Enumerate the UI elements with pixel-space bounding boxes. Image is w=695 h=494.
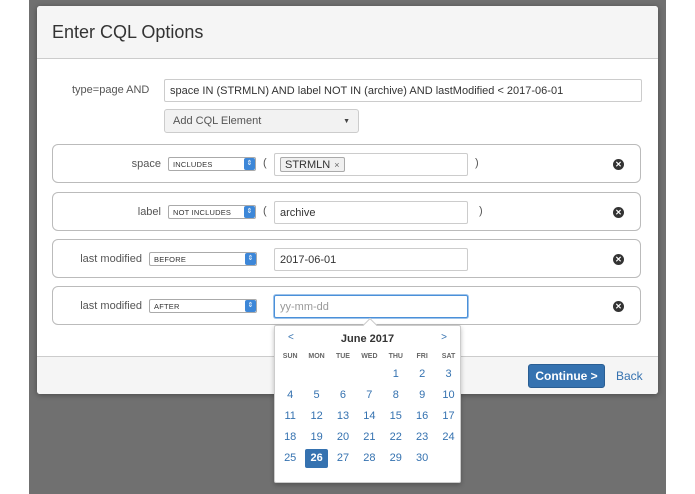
values-input[interactable]: archive xyxy=(274,201,468,224)
row-label: last modified xyxy=(80,253,142,265)
remove-row-icon[interactable]: ✕ xyxy=(613,207,624,218)
datepicker-header: < June 2017 > xyxy=(275,326,460,348)
day-cell[interactable]: 10 xyxy=(435,385,461,406)
select-spinner-icon: ⇕ xyxy=(245,300,256,312)
day-cell[interactable]: 21 xyxy=(356,427,382,448)
query-prefix-label: type=page AND xyxy=(72,84,150,96)
operator-value: INCLUDES xyxy=(173,159,213,169)
cql-row-space: space INCLUDES ⇕ ( STRMLN × ) ✕ xyxy=(52,144,641,183)
add-cql-element-label: Add CQL Element xyxy=(173,115,262,127)
empty-day-cell xyxy=(330,364,356,385)
caret-down-icon: ▼ xyxy=(343,118,350,125)
day-cell[interactable]: 11 xyxy=(277,406,303,427)
day-cell[interactable]: 27 xyxy=(330,448,356,469)
day-cell[interactable]: 12 xyxy=(303,406,329,427)
day-cell[interactable]: 15 xyxy=(383,406,409,427)
day-cell[interactable]: 1 xyxy=(383,364,409,385)
token-remove-icon[interactable]: × xyxy=(334,160,339,170)
open-paren: ( xyxy=(263,205,267,217)
weekday-label: SAT xyxy=(441,352,456,360)
day-cell[interactable]: 16 xyxy=(409,406,435,427)
day-cell[interactable]: 22 xyxy=(383,427,409,448)
day-cell[interactable]: 9 xyxy=(409,385,435,406)
operator-select[interactable]: BEFORE ⇕ xyxy=(149,252,257,266)
day-cell[interactable]: 23 xyxy=(409,427,435,448)
day-cell[interactable]: 5 xyxy=(303,385,329,406)
dialog-title: Enter CQL Options xyxy=(52,21,204,42)
day-grid: 1 2 3 4 5 6 7 8 9 10 11 12 13 14 15 16 17 18 19 20 21 22 23 24 2… xyxy=(275,364,460,469)
day-cell[interactable]: 20 xyxy=(330,427,356,448)
empty-day-cell xyxy=(435,448,461,469)
continue-button[interactable]: Continue > xyxy=(528,364,605,388)
day-cell[interactable]: 4 xyxy=(277,385,303,406)
day-cell[interactable]: 13 xyxy=(330,406,356,427)
remove-row-icon[interactable]: ✕ xyxy=(613,254,624,265)
remove-row-icon[interactable]: ✕ xyxy=(613,159,624,170)
day-cell[interactable]: 2 xyxy=(409,364,435,385)
add-cql-element-dropdown[interactable]: Add CQL Element ▼ xyxy=(164,109,359,133)
day-cell[interactable]: 24 xyxy=(435,427,461,448)
day-cell[interactable]: 19 xyxy=(303,427,329,448)
day-cell[interactable]: 17 xyxy=(435,406,461,427)
cql-row-last-modified-after: last modified AFTER ⇕ yy-mm-dd ✕ xyxy=(52,286,641,325)
row-label: space xyxy=(131,158,161,170)
day-cell[interactable]: 6 xyxy=(330,385,356,406)
day-cell[interactable]: 14 xyxy=(356,406,382,427)
weekday-label: MON xyxy=(308,352,325,360)
weekday-header: SUN MON TUE WED THU FRI SAT xyxy=(275,348,460,364)
weekday-label: WED xyxy=(361,352,378,360)
close-paren: ) xyxy=(479,205,483,217)
weekday-label: THU xyxy=(388,352,403,360)
value-token: STRMLN × xyxy=(280,157,345,172)
datepicker-popup: < June 2017 > SUN MON TUE WED THU FRI SAT 1234… xyxy=(274,317,461,483)
next-month-button[interactable]: > xyxy=(441,332,447,343)
date-placeholder: yy-mm-dd xyxy=(280,300,329,313)
operator-value: AFTER xyxy=(154,301,180,311)
day-cell[interactable]: 3 xyxy=(435,364,461,385)
close-paren: ) xyxy=(475,157,479,169)
back-link[interactable]: Back xyxy=(616,369,643,383)
cql-row-label: label NOT INCLUDES ⇕ ( archive ) ✕ xyxy=(52,192,641,231)
day-cell[interactable]: 18 xyxy=(277,427,303,448)
operator-select[interactable]: INCLUDES ⇕ xyxy=(168,157,256,171)
weekday-label: FRI xyxy=(416,352,428,360)
row-label: last modified xyxy=(80,300,142,312)
cql-query-input[interactable]: space IN (STRMLN) AND label NOT IN (arch… xyxy=(164,79,642,102)
open-paren: ( xyxy=(263,157,267,169)
weekday-label: SUN xyxy=(282,352,298,360)
day-cell[interactable]: 29 xyxy=(383,448,409,469)
day-cell[interactable]: 28 xyxy=(356,448,382,469)
empty-day-cell xyxy=(277,364,303,385)
select-spinner-icon: ⇕ xyxy=(244,206,255,218)
select-spinner-icon: ⇕ xyxy=(244,158,255,170)
day-cell[interactable]: 7 xyxy=(356,385,382,406)
day-cell[interactable]: 8 xyxy=(383,385,409,406)
empty-day-cell xyxy=(303,364,329,385)
operator-value: BEFORE xyxy=(154,254,187,264)
operator-select[interactable]: AFTER ⇕ xyxy=(149,299,257,313)
values-input[interactable]: STRMLN × xyxy=(274,153,468,176)
operator-value: NOT INCLUDES xyxy=(173,207,232,217)
empty-day-cell xyxy=(356,364,382,385)
operator-select[interactable]: NOT INCLUDES ⇕ xyxy=(168,205,256,219)
cql-row-last-modified-before: last modified BEFORE ⇕ 2017-06-01 ✕ xyxy=(52,239,641,278)
date-input[interactable]: 2017-06-01 xyxy=(274,248,468,271)
weekday-label: TUE xyxy=(335,352,350,360)
select-spinner-icon: ⇕ xyxy=(245,253,256,265)
datepicker-month-title: June 2017 xyxy=(340,333,395,345)
date-input[interactable]: yy-mm-dd xyxy=(274,295,468,318)
remove-row-icon[interactable]: ✕ xyxy=(613,301,624,312)
day-cell[interactable]: 25 xyxy=(277,448,303,469)
dialog-header: Enter CQL Options xyxy=(37,6,658,59)
day-cell[interactable]: 30 xyxy=(409,448,435,469)
day-cell[interactable]: 26 xyxy=(305,449,328,468)
token-label: STRMLN xyxy=(285,158,331,171)
row-label: label xyxy=(137,206,161,218)
